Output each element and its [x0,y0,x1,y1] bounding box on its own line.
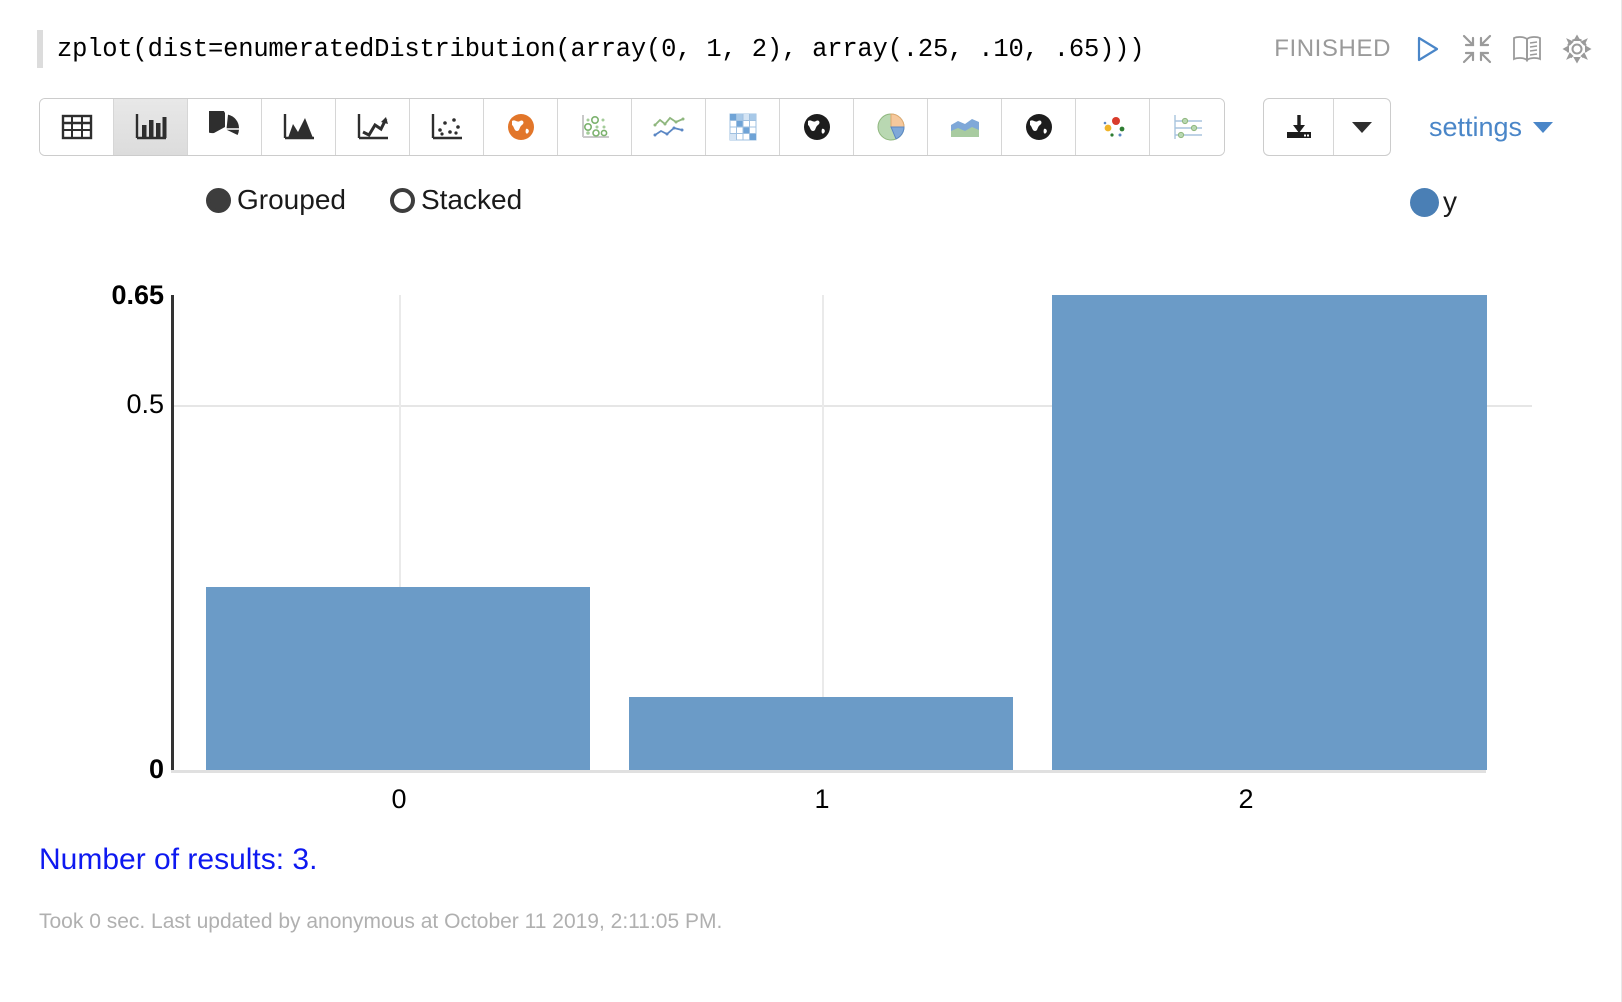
run-play-icon[interactable] [1409,32,1443,66]
viz-btn-black-globe[interactable] [780,99,854,155]
legend-series-label: y [1443,186,1457,217]
paragraph-status-bar: FINISHED [1274,18,1593,80]
viz-btn-bar-chart[interactable] [114,99,188,155]
radio-stacked-label: Stacked [420,184,523,215]
viz-btn-area-chart[interactable] [262,99,336,155]
download-group [1263,98,1391,156]
paragraph-footer-text: Took 0 sec. Last updated by anonymous at… [39,910,723,933]
viz-btn-black-globe-2[interactable] [1002,99,1076,155]
viz-btn-lollipop-chart[interactable] [1150,99,1224,155]
settings-caret-icon [1533,122,1554,133]
radio-stacked[interactable]: Stacked [389,184,523,216]
viz-btn-dot-cloud[interactable] [1076,99,1150,155]
legend-series-dot [1410,187,1439,217]
viz-btn-bubble-chart[interactable] [558,99,632,155]
download-icon[interactable] [1264,99,1334,155]
viz-btn-table[interactable] [40,99,114,155]
chart-legend[interactable]: y [1410,186,1457,218]
viz-btn-orange-globe[interactable] [484,99,558,155]
viz-btn-line-chart[interactable] [336,99,410,155]
bar-mode-radio-group: Grouped Stacked [206,184,522,216]
gear-icon[interactable] [1561,33,1593,65]
radio-grouped-dot [206,187,231,213]
y-tick-label-min: 0 [148,754,164,784]
viz-btn-heatmap-grid[interactable] [706,99,780,155]
settings-label: settings [1429,111,1523,142]
viz-btn-multi-pie[interactable] [854,99,928,155]
viz-type-group [39,98,1225,156]
bar-category-2[interactable] [1052,295,1487,770]
download-caret-icon[interactable] [1334,99,1390,155]
x-tick-label-2: 2 [1238,784,1254,814]
book-icon[interactable] [1511,34,1543,64]
bar-category-0[interactable] [206,587,590,770]
radio-grouped[interactable]: Grouped [206,184,346,216]
paragraph-marker [37,30,43,68]
viz-btn-pie-chart[interactable] [188,99,262,155]
settings-toggle[interactable]: settings [1429,112,1554,143]
viz-btn-stacked-area[interactable] [928,99,1002,155]
bars-layer [174,295,1487,770]
x-axis-line [171,770,1486,773]
bar-chart-plot: 0.65 0.5 0 0 1 2 [0,232,1621,814]
x-tick-label-0: 0 [391,784,407,814]
viz-btn-scatter-chart[interactable] [410,99,484,155]
bar-category-1[interactable] [629,696,1013,770]
y-tick-label-max: 0.65 [111,280,164,310]
x-tick-label-1: 1 [814,784,830,814]
results-count-text: Number of results: 3. [39,843,318,876]
radio-grouped-label: Grouped [237,184,346,215]
collapse-arrows-icon[interactable] [1461,33,1493,65]
notebook-paragraph: zplot(dist=enumeratedDistribution(array(… [0,0,1622,1002]
status-badge: FINISHED [1274,35,1391,62]
viz-btn-spline-chart[interactable] [632,99,706,155]
y-tick-label-mid: 0.5 [126,389,164,419]
chart-container: Grouped Stacked y 0.65 0.5 0 0 1 2 [0,176,1621,814]
radio-stacked-dot [389,187,415,213]
paragraph-code-text[interactable]: zplot(dist=enumeratedDistribution(array(… [57,35,1145,64]
visualization-toolbar: settings [0,96,1621,158]
